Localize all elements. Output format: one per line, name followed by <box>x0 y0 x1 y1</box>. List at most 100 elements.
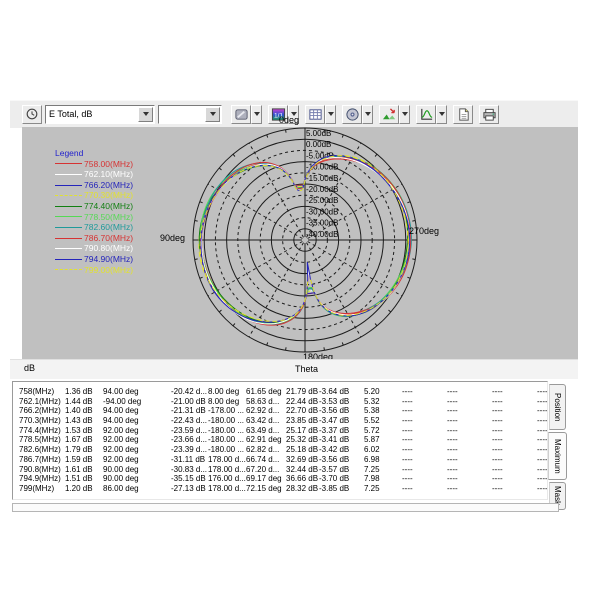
grid-tick <box>219 310 221 312</box>
table-cell: -178.00 ... <box>208 406 246 416</box>
table-row[interactable]: 794.9(MHz)1.51 dB90.00 deg-35.15 dB176.0… <box>13 474 547 484</box>
legend-entry: 762.10(MHz) <box>55 169 133 180</box>
display-dropdown-button[interactable] <box>251 105 262 124</box>
table-cell: ---- <box>492 406 537 416</box>
table-cell: 23.85 dB <box>286 416 319 426</box>
grid-tick <box>412 221 415 222</box>
tab-position[interactable]: Position <box>549 384 566 430</box>
grid-tick <box>195 221 198 222</box>
table-cell: -21.31 dB <box>171 406 208 416</box>
y-axis-unit-label: dB <box>24 363 35 373</box>
table-cell: 1.59 dB <box>65 455 103 465</box>
peak-markers-dropdown-button[interactable] <box>399 105 410 124</box>
polar-disc-button[interactable] <box>342 105 362 124</box>
table-cell: 1.20 dB <box>65 484 103 494</box>
table-cell: ---- <box>402 474 447 484</box>
table-cell: ---- <box>537 474 548 484</box>
table-cell: ---- <box>537 406 548 416</box>
table-row[interactable]: 799(MHz)1.20 dB86.00 deg-27.13 dB178.00 … <box>13 484 547 494</box>
table-cell: ---- <box>447 416 492 426</box>
field-quantity-dropdown-button[interactable] <box>138 107 153 122</box>
table-cell: ---- <box>492 426 537 436</box>
axis-strip: dB Theta <box>10 359 578 379</box>
table-cell: -27.13 dB <box>171 484 208 494</box>
toolbar-group-print <box>479 105 499 124</box>
pattern-cut-dropdown-button[interactable] <box>436 105 447 124</box>
table-cell: ---- <box>537 465 548 475</box>
legend-line-sample <box>55 248 82 249</box>
table-row[interactable]: 766.2(MHz)1.40 dB94.00 deg-21.31 dB-178.… <box>13 406 547 416</box>
grid-table-button[interactable] <box>305 105 325 124</box>
table-row[interactable]: 790.8(MHz)1.61 dB90.00 deg-30.83 d...178… <box>13 465 547 475</box>
field-quantity-select[interactable]: E Total, dB <box>45 105 155 124</box>
legend-entry-label: 762.10(MHz) <box>84 169 133 180</box>
table-cell: 62.91 deg <box>246 435 286 445</box>
grid-tick <box>233 323 235 325</box>
grid-table-dropdown-button[interactable] <box>325 105 336 124</box>
radial-tick-label: -10.00dB <box>306 163 338 172</box>
table-row[interactable]: 778.5(MHz)1.67 dB92.00 deg-23.66 d...-18… <box>13 435 547 445</box>
table-row[interactable]: 758(MHz)1.36 dB94.00 deg-20.42 d...8.00 … <box>13 387 547 397</box>
legend-entry-label: 782.60(MHz) <box>84 222 133 233</box>
table-cell: -23.39 d... <box>171 445 208 455</box>
table-cell: 94.00 deg <box>103 387 171 397</box>
table-cell: ---- <box>492 455 537 465</box>
table-cell: ---- <box>492 397 537 407</box>
print-button[interactable] <box>479 105 499 124</box>
table-cell: ---- <box>447 387 492 397</box>
table-row[interactable]: 782.6(MHz)1.79 dB92.00 deg-23.39 d...-18… <box>13 445 547 455</box>
grid-tick <box>200 277 203 278</box>
display-icon <box>234 107 249 122</box>
table-cell: 25.17 dB <box>286 426 319 436</box>
table-cell: ---- <box>402 416 447 426</box>
table-cell: 22.44 dB <box>286 397 319 407</box>
secondary-select[interactable] <box>158 105 222 124</box>
pattern-cut-button[interactable] <box>416 105 436 124</box>
table-cell: ---- <box>492 484 537 494</box>
table-cell: 92.00 deg <box>103 435 171 445</box>
grid-tick <box>388 168 390 170</box>
table-cell: 21.79 dB <box>286 387 319 397</box>
table-cell: ---- <box>402 465 447 475</box>
horizontal-scroll-strip[interactable] <box>12 503 559 512</box>
table-cell: 94.00 deg <box>103 406 171 416</box>
peak-markers-button[interactable] <box>379 105 399 124</box>
table-cell: -3.42 dB <box>319 445 364 455</box>
display-button[interactable] <box>231 105 251 124</box>
table-cell: ---- <box>447 484 492 494</box>
table-row[interactable]: 786.7(MHz)1.59 dB92.00 deg-31.11 dB178.0… <box>13 455 547 465</box>
pattern-cut-icon <box>419 107 434 122</box>
table-cell: -3.37 dB <box>319 426 364 436</box>
table-cell: -21.00 dB <box>171 397 208 407</box>
grid-tick <box>324 347 325 350</box>
table-cell: 69.17 deg <box>246 474 286 484</box>
tab-maximum[interactable]: Maximum <box>548 432 567 480</box>
table-cell: -3.56 dB <box>319 406 364 416</box>
table-cell: 62.92 d... <box>246 406 286 416</box>
table-cell: -3.47 dB <box>319 416 364 426</box>
table-row[interactable]: 774.4(MHz)1.53 dB92.00 deg-23.59 d...-18… <box>13 426 547 436</box>
clock-icon <box>25 107 39 121</box>
table-row[interactable]: 762.1(MHz)1.44 dB-94.00 deg-21.00 dB8.00… <box>13 397 547 407</box>
table-cell: -30.83 d... <box>171 465 208 475</box>
table-cell: ---- <box>447 426 492 436</box>
legend-entry: 774.40(MHz) <box>55 201 133 212</box>
table-row[interactable]: 770.3(MHz)1.43 dB94.00 deg-22.43 d...-18… <box>13 416 547 426</box>
export-doc-button[interactable] <box>453 105 473 124</box>
table-cell: ---- <box>447 435 492 445</box>
polar-disc-dropdown-button[interactable] <box>362 105 373 124</box>
legend-entry: 786.70(MHz) <box>55 233 133 244</box>
legend-entry: 766.20(MHz) <box>55 180 133 191</box>
grid-tick <box>407 277 410 278</box>
grid-tick <box>388 310 390 312</box>
table-cell: 1.43 dB <box>65 416 103 426</box>
table-cell: 8.00 deg <box>208 397 246 407</box>
table-cell: 92.00 deg <box>103 426 171 436</box>
table-cell: 90.00 deg <box>103 465 171 475</box>
time-button[interactable] <box>22 105 42 124</box>
export-doc-icon <box>456 107 471 122</box>
radial-tick-label: -25.00dB <box>306 196 338 205</box>
table-cell: ---- <box>402 426 447 436</box>
chevron-down-icon <box>402 112 408 116</box>
secondary-select-dropdown-button[interactable] <box>205 107 220 122</box>
